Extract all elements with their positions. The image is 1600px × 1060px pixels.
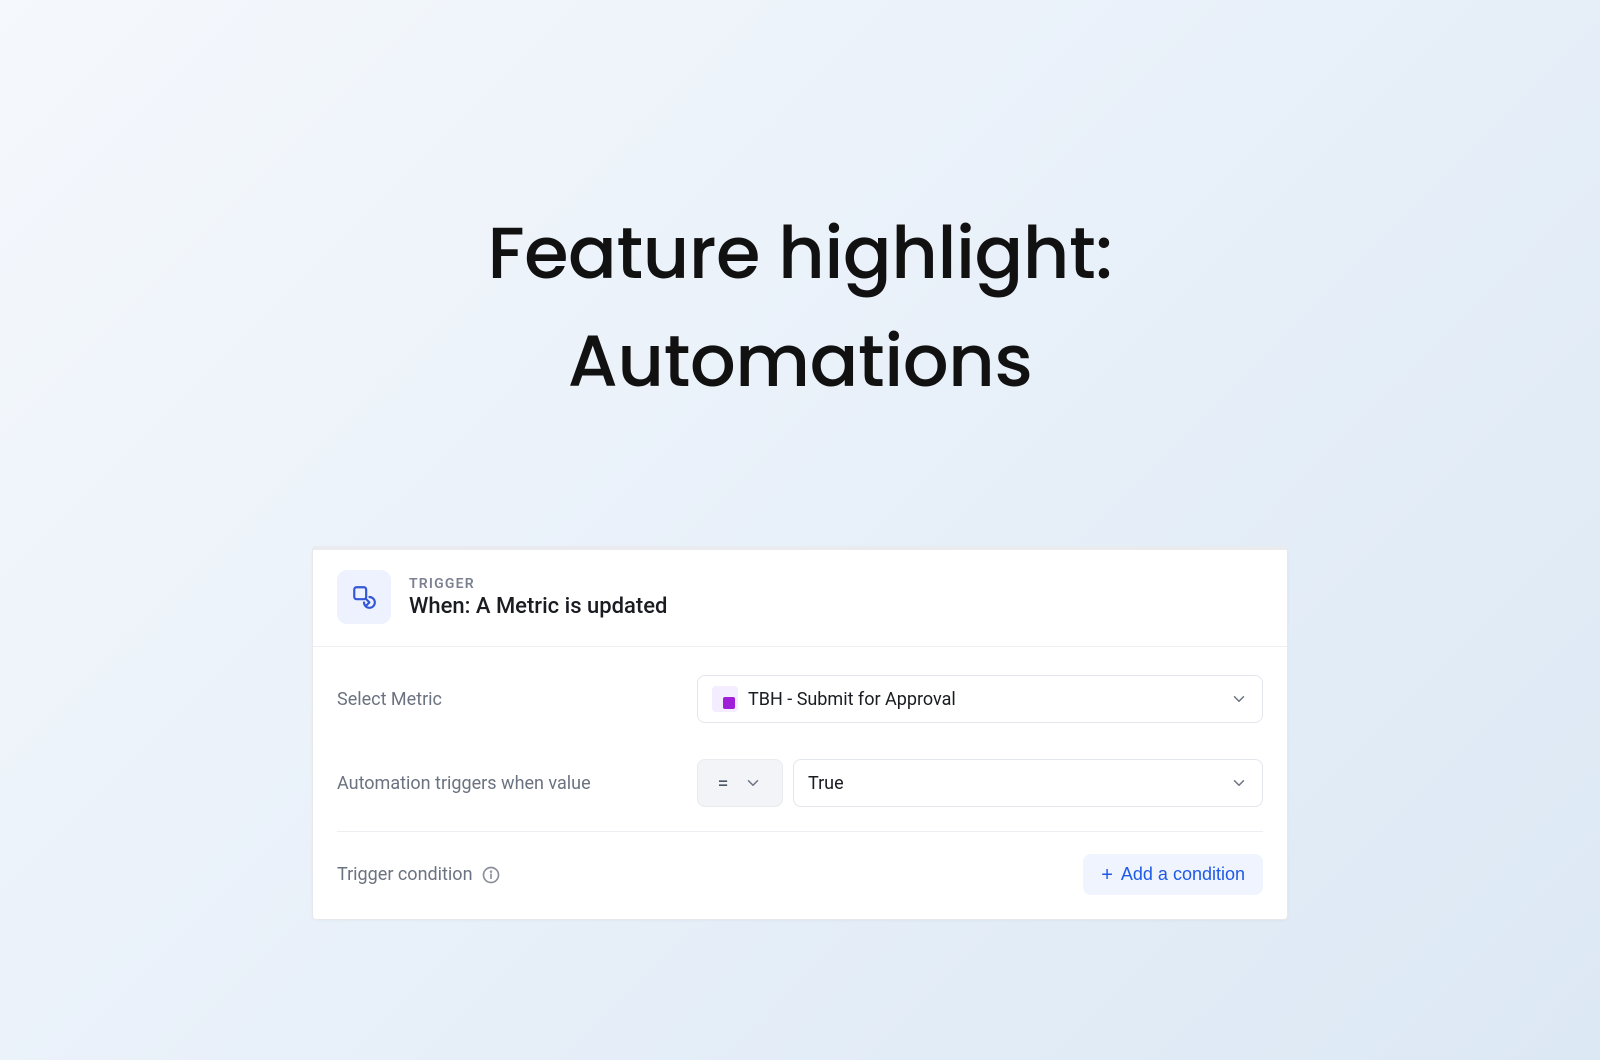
- select-metric-row: Select Metric TBH - Submit for Approval: [337, 657, 1263, 741]
- trigger-value-label: Automation triggers when value: [337, 773, 697, 794]
- trigger-card: TRIGGER When: A Metric is updated Select…: [312, 546, 1288, 920]
- plus-icon: +: [1101, 865, 1113, 885]
- info-icon[interactable]: [481, 865, 501, 885]
- operator-value: =: [718, 771, 729, 795]
- select-metric-label: Select Metric: [337, 689, 697, 710]
- page-title: Feature highlight: Automations: [284, 200, 1316, 416]
- trigger-condition-label: Trigger condition: [337, 864, 473, 885]
- metric-color-icon: [712, 686, 738, 712]
- metric-select[interactable]: TBH - Submit for Approval: [697, 675, 1263, 723]
- add-condition-label: Add a condition: [1121, 864, 1245, 885]
- trigger-icon: [337, 570, 391, 624]
- trigger-header: TRIGGER When: A Metric is updated: [313, 550, 1287, 647]
- chevron-down-icon: [744, 774, 762, 792]
- chevron-down-icon: [1230, 774, 1248, 792]
- add-condition-button[interactable]: + Add a condition: [1083, 854, 1263, 895]
- trigger-condition-row: Trigger condition + Add a condition: [313, 832, 1287, 919]
- value-select-value: True: [808, 773, 844, 794]
- trigger-eyebrow: TRIGGER: [409, 576, 667, 592]
- trigger-value-row: Automation triggers when value = True: [337, 741, 1263, 825]
- operator-select[interactable]: =: [697, 759, 783, 807]
- chevron-down-icon: [1230, 690, 1248, 708]
- trigger-title: When: A Metric is updated: [409, 594, 667, 619]
- metric-select-value: TBH - Submit for Approval: [748, 689, 956, 710]
- value-select[interactable]: True: [793, 759, 1263, 807]
